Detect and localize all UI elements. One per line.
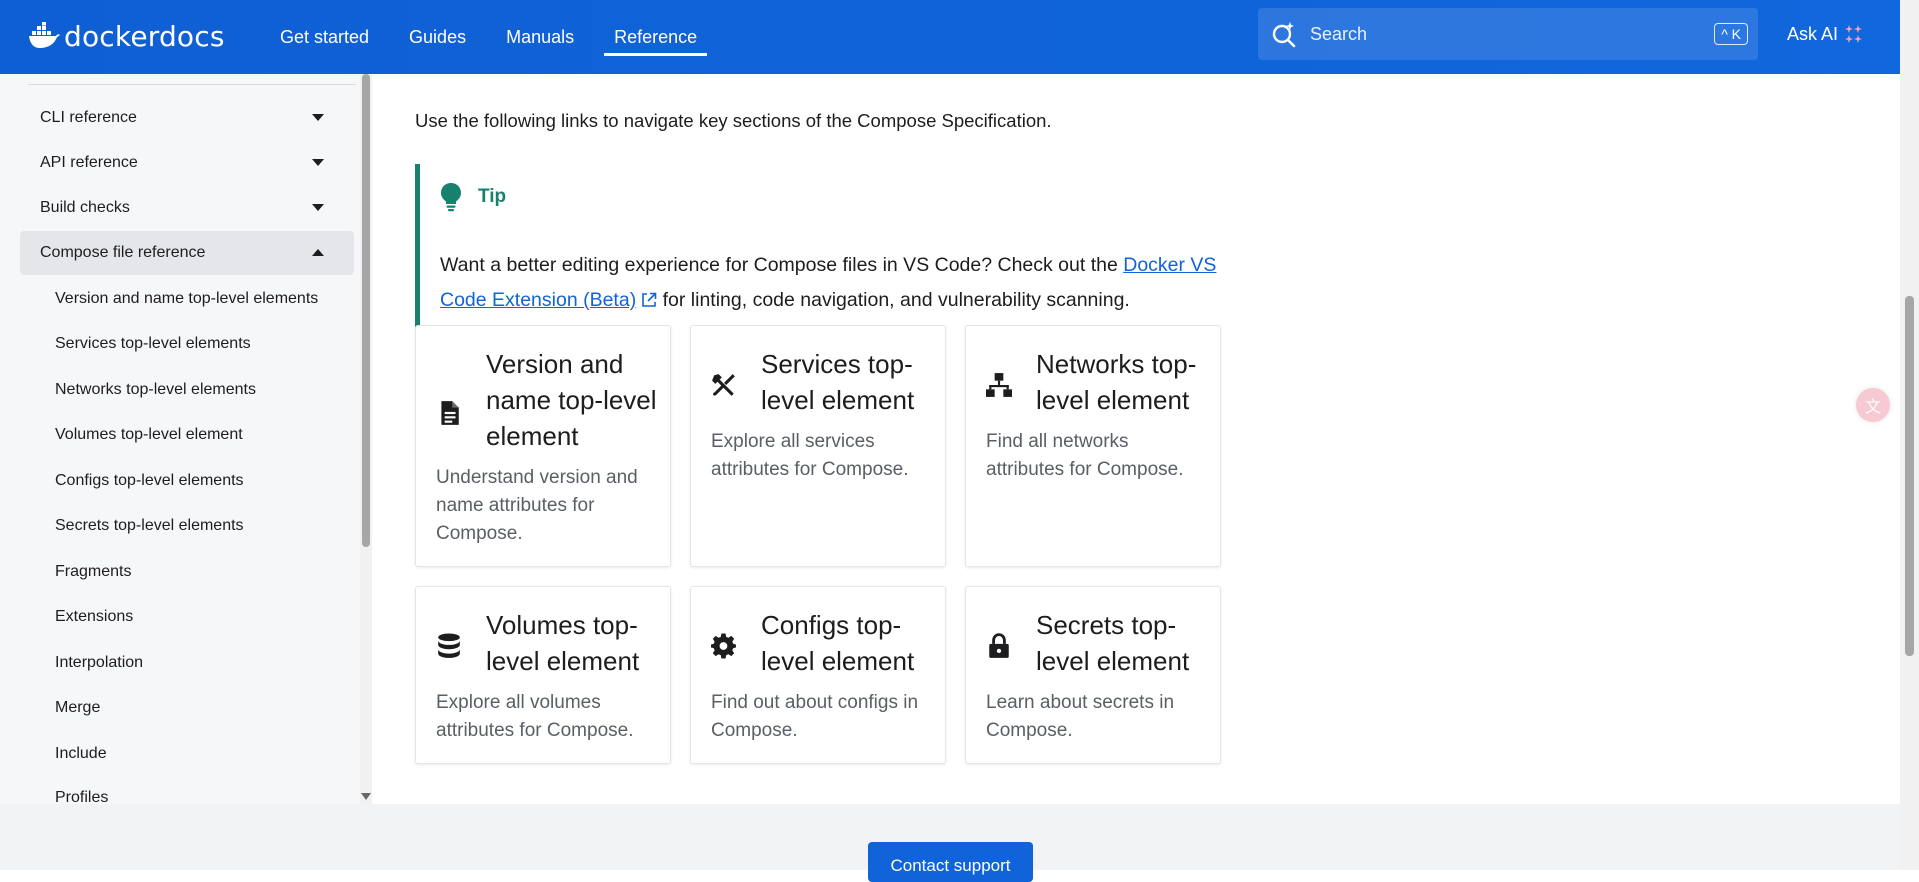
brand-name: dockerdocs: [64, 19, 225, 53]
ask-ai-button[interactable]: Ask AI: [1787, 20, 1864, 48]
chevron-down-icon: [312, 114, 324, 121]
card-description: Find all networks attributes for Compose…: [986, 431, 1184, 480]
sidebar-subitem-interpolation[interactable]: Interpolation: [55, 648, 143, 678]
sidebar-subitem-merge[interactable]: Merge: [55, 693, 100, 723]
search-placeholder: Search: [1310, 23, 1368, 44]
tip-text-after: for linting, code navigation, and vulner…: [657, 289, 1130, 311]
card-description: Learn about secrets in Compose.: [986, 692, 1175, 741]
page-scrollbar-thumb[interactable]: [1905, 296, 1914, 656]
card-volumes[interactable]: Volumes top-level element Explore all vo…: [415, 586, 671, 764]
sidebar-subitem-secrets[interactable]: Secrets top-level elements: [55, 511, 244, 541]
tip-text-before: Want a better editing experience for Com…: [440, 254, 1124, 276]
sidebar-scrollbar[interactable]: [360, 74, 372, 804]
sidebar-subitem-profiles[interactable]: Profiles: [55, 783, 108, 804]
sidebar-subitem-include[interactable]: Include: [55, 739, 107, 769]
sidebar-item-build-checks[interactable]: Build checks: [20, 186, 354, 230]
lock-icon: [989, 633, 1009, 658]
contact-support-button[interactable]: Contact support: [868, 842, 1033, 882]
external-link-icon: [642, 292, 657, 307]
sidebar-subitem-services[interactable]: Services top-level elements: [55, 329, 251, 359]
card-description: Find out about configs in Compose.: [711, 692, 919, 741]
nav-guides[interactable]: Guides: [409, 0, 466, 74]
search-input[interactable]: Search ^ K: [1258, 8, 1758, 60]
footer: Contact support: [0, 804, 1900, 882]
sparkle-icon: [1845, 25, 1863, 43]
sidebar-item-compose-file-reference[interactable]: Compose file reference: [20, 231, 354, 275]
sidebar-item-cli-reference[interactable]: CLI reference: [20, 96, 354, 140]
card-title: Version and name top-level element: [486, 349, 657, 451]
intro-text: Use the following links to navigate key …: [415, 110, 1052, 131]
sidebar-subitem-extensions[interactable]: Extensions: [55, 602, 133, 632]
gear-icon: [711, 633, 736, 659]
tip-header: Tip: [440, 182, 1205, 212]
database-icon: [438, 633, 460, 658]
card-description: Explore all services attributes for Comp…: [711, 431, 909, 480]
tip-body: Want a better editing experience for Com…: [440, 248, 1220, 318]
translate-icon[interactable]: 文: [1856, 388, 1890, 422]
sidebar-subitem-networks[interactable]: Networks top-level elements: [55, 375, 256, 405]
page-scrollbar[interactable]: [1900, 0, 1919, 870]
card-title: Services top-level element: [761, 349, 915, 415]
docker-docs-logo[interactable]: dockerdocs: [28, 16, 225, 56]
document-icon: [441, 401, 459, 425]
sidebar-item-label: API reference: [40, 154, 138, 171]
card-version-name[interactable]: Version and name top-level element Under…: [415, 325, 671, 567]
nav-reference[interactable]: Reference: [604, 0, 708, 74]
sidebar-item-api-reference[interactable]: API reference: [20, 141, 354, 185]
scroll-down-arrow-icon[interactable]: [361, 793, 371, 800]
sidebar-subitem-configs[interactable]: Configs top-level elements: [55, 466, 244, 496]
nav-manuals[interactable]: Manuals: [506, 0, 574, 74]
sidebar-divider: [28, 84, 356, 85]
main-nav: Get started Guides Manuals Reference: [280, 0, 747, 74]
card-title: Networks top-level element: [1036, 349, 1197, 415]
card-title: Configs top-level element: [761, 610, 915, 676]
main-content: Use the following links to navigate key …: [372, 74, 1900, 804]
card-networks[interactable]: Networks top-level element Find all netw…: [965, 325, 1221, 567]
card-title: Secrets top-level element: [1036, 610, 1190, 676]
sidebar-subitem-fragments[interactable]: Fragments: [55, 557, 131, 587]
sidebar-scrollbar-thumb[interactable]: [362, 74, 370, 547]
translate-glyph: 文: [1864, 399, 1881, 416]
card-title: Volumes top-level element: [486, 610, 640, 676]
sidebar-subitem-version-name[interactable]: Version and name top-level elements: [55, 284, 318, 314]
card-description: Understand version and name attributes f…: [436, 467, 638, 544]
sidebar-item-label: Compose file reference: [40, 244, 206, 261]
chevron-up-icon: [312, 249, 324, 256]
sidebar-item-label: Build checks: [40, 199, 130, 216]
card-secrets[interactable]: Secrets top-level element Learn about se…: [965, 586, 1221, 764]
top-navigation-bar: dockerdocs Get started Guides Manuals Re…: [0, 0, 1900, 74]
card-services[interactable]: Services top-level element Explore all s…: [690, 325, 946, 567]
nav-get-started[interactable]: Get started: [280, 0, 369, 74]
search-shortcut-badge: ^ K: [1714, 23, 1748, 45]
card-description: Explore all volumes attributes for Compo…: [436, 692, 634, 741]
ask-ai-label: Ask AI: [1787, 23, 1839, 44]
card-configs[interactable]: Configs top-level element Find out about…: [690, 586, 946, 764]
tools-icon: [712, 374, 735, 396]
sidebar-item-label: CLI reference: [40, 109, 137, 126]
lightbulb-icon: [441, 183, 461, 212]
docker-whale-icon: [29, 22, 60, 48]
tip-title: Tip: [478, 186, 507, 207]
chevron-down-icon: [312, 159, 324, 166]
chevron-down-icon: [312, 204, 324, 211]
sidebar-subitem-volumes[interactable]: Volumes top-level element: [55, 420, 243, 450]
sidebar: CLI reference API reference Build checks…: [0, 74, 360, 804]
network-icon: [986, 373, 1012, 397]
search-ai-icon: [1272, 22, 1296, 48]
